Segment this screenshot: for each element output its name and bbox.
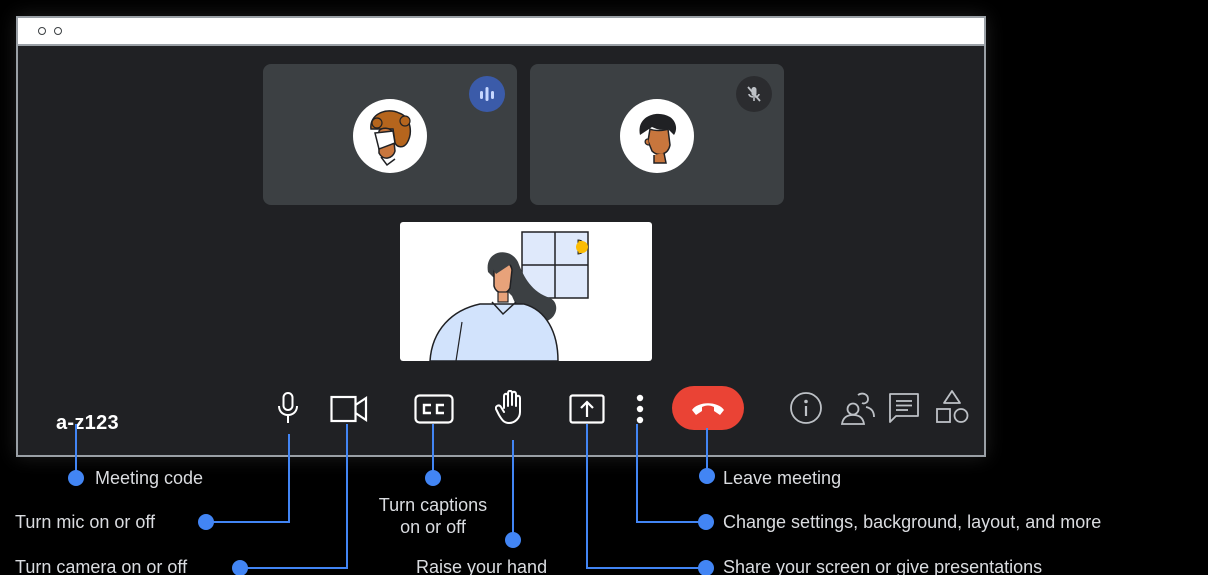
callout-dot-raise-hand: [505, 532, 521, 548]
avatar: [353, 99, 427, 178]
participant-tile-2[interactable]: [530, 64, 784, 205]
more-options-button[interactable]: [630, 392, 650, 426]
activities-icon: [936, 390, 969, 423]
callout-dot-more: [698, 514, 714, 530]
callout-line-mic: [288, 434, 290, 522]
window-titlebar: [18, 18, 984, 46]
callout-dot-captions: [425, 470, 441, 486]
camera-button[interactable]: [328, 392, 370, 426]
callout-label-raise-hand: Raise your hand: [416, 557, 548, 575]
chat-button[interactable]: [886, 390, 922, 426]
mic-button[interactable]: [270, 390, 306, 426]
callout-label-mic: Turn mic on or off: [15, 512, 156, 532]
callout-label-camera: Turn camera on or off: [15, 557, 188, 575]
meeting-details-button[interactable]: [788, 390, 824, 426]
callout-dot-leave: [699, 468, 715, 484]
captions-button[interactable]: [414, 393, 454, 425]
more-vert-icon: [636, 394, 644, 424]
present-button[interactable]: [568, 392, 606, 426]
callout-line-more: [636, 521, 704, 523]
people-icon: [840, 392, 875, 425]
callout-label-leave: Leave meeting: [723, 468, 842, 488]
callout-line-mic: [206, 521, 290, 523]
callout-label-captions-line1: Turn captions: [378, 495, 488, 515]
callout-dot-camera: [232, 560, 248, 575]
raise-hand-button[interactable]: [492, 388, 528, 426]
callout-label-present: Share your screen or give presentations: [723, 557, 1043, 575]
people-button[interactable]: [838, 390, 878, 426]
window-control-dot[interactable]: [54, 27, 62, 35]
info-icon: [790, 392, 822, 424]
callout-dot-meeting-code: [68, 470, 84, 486]
callout-label-captions-line2: on or off: [400, 517, 466, 537]
callout-line-raise-hand: [512, 440, 514, 540]
self-view-tile[interactable]: [400, 222, 652, 361]
call-end-icon: [692, 403, 724, 415]
callout-label-more: Change settings, background, layout, and…: [723, 512, 1102, 532]
avatar: [620, 99, 694, 178]
speaking-indicator-icon: [469, 76, 505, 112]
stage: a-z123 Meeting code Turn mic on or off T…: [0, 0, 1208, 575]
activities-button[interactable]: [932, 388, 972, 426]
mic-off-icon: [736, 76, 772, 112]
leave-meeting-button[interactable]: [672, 386, 744, 430]
callout-line-more: [636, 424, 638, 522]
callout-label-meeting-code: Meeting code: [95, 468, 204, 488]
meet-window: a-z123: [16, 16, 986, 457]
callout-line-camera: [240, 567, 348, 569]
mic-icon: [278, 392, 298, 423]
captions-icon: [414, 394, 454, 424]
callout-dot-mic: [198, 514, 214, 530]
self-view-illustration-icon: [429, 231, 589, 361]
camera-icon: [330, 395, 368, 423]
meeting-code: a-z123: [56, 412, 119, 434]
callout-line-present: [586, 424, 588, 568]
present-screen-icon: [569, 394, 605, 424]
window-control-dot[interactable]: [38, 27, 46, 35]
callout-dot-present: [698, 560, 714, 575]
hand-icon: [495, 390, 521, 424]
callout-line-camera: [346, 424, 348, 568]
chat-icon: [889, 393, 919, 423]
callout-line-present: [586, 567, 704, 569]
participant-tile-1[interactable]: [263, 64, 517, 205]
